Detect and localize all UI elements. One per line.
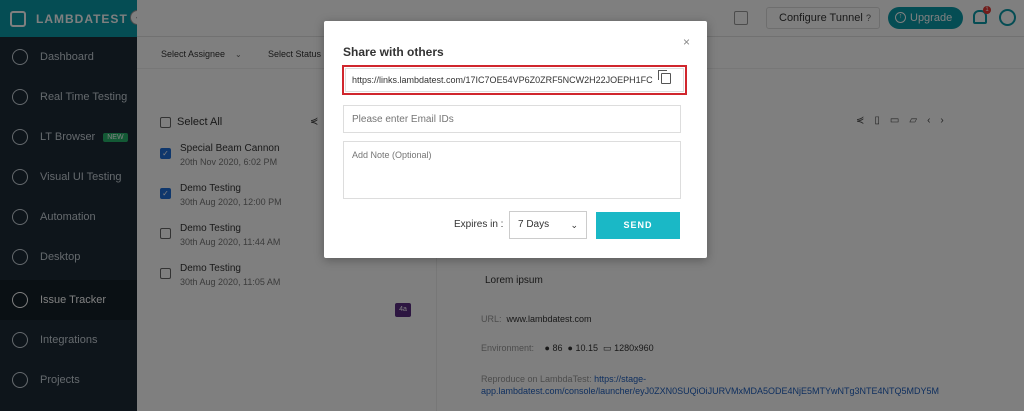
email-input[interactable] [343,105,681,133]
send-button[interactable]: SEND [596,212,680,239]
share-link-field[interactable]: https://links.lambdatest.com/17IC7OE54VP… [345,68,684,92]
share-modal: Share with others × https://links.lambda… [324,21,707,258]
chevron-down-icon: ⌄ [570,220,578,230]
modal-title: Share with others [343,45,444,59]
close-icon[interactable]: × [683,35,690,49]
expires-value: 7 Days [518,219,550,230]
expires-select[interactable]: 7 Days ⌄ [509,211,587,239]
copy-icon[interactable] [658,70,671,84]
expires-label: Expires in : [454,219,504,230]
note-textarea[interactable] [343,141,681,199]
